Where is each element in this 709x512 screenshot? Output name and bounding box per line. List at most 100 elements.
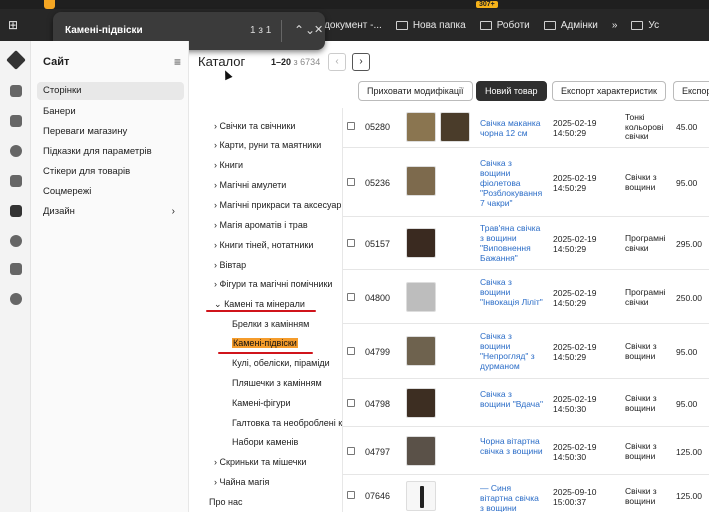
product-thumbnail[interactable] — [406, 436, 436, 466]
tree-subitem-selected[interactable]: Камені-підвіски — [232, 338, 298, 348]
tree-item[interactable]: › Карти, руни та маятники — [214, 140, 321, 150]
product-thumbnail[interactable] — [406, 336, 436, 366]
cart-icon[interactable] — [10, 115, 22, 127]
tree-item[interactable]: › Фігури та магічні помічники — [214, 279, 332, 289]
product-name-link[interactable]: Свічка з вощини "Інвокація Ліліт" — [480, 277, 544, 307]
tree-subitem[interactable]: Камені-фігури — [232, 398, 291, 408]
tree-item[interactable]: › Книги — [214, 160, 243, 170]
bookmark-other[interactable]: Ус — [631, 20, 659, 31]
menu-icon[interactable]: ≡ — [174, 55, 181, 69]
product-thumbnail[interactable] — [440, 112, 470, 142]
category-cell: Свічки з вощини — [625, 172, 657, 192]
row-checkbox[interactable] — [347, 447, 355, 455]
product-name-link[interactable]: Свічка з вощини фіолетова "Розблокування… — [480, 158, 544, 208]
extension-badge[interactable]: 307+ — [476, 1, 498, 8]
product-name-link[interactable]: — Синя вітартна свічка з вощини — [480, 483, 544, 512]
tree-subitem[interactable]: Галтовка та необроблені камені — [232, 418, 342, 428]
pagination-range: 1–20 з 6734 — [271, 57, 320, 67]
tree-item[interactable]: › Книги тіней, нотатники — [214, 240, 313, 250]
sidebar-item-design[interactable]: Дизайн › — [43, 206, 183, 217]
product-thumbnail[interactable] — [406, 282, 436, 312]
table-row[interactable]: 07646 — Синя вітартна свічка з вощини 20… — [343, 475, 709, 512]
product-thumbnail[interactable] — [406, 481, 436, 511]
bookmark-label: Ус — [648, 19, 660, 31]
product-thumbnail[interactable] — [406, 166, 436, 196]
find-close-icon[interactable]: ✕ — [314, 23, 323, 37]
table-row[interactable]: 04799 Свічка з вощини "Непрогляд" з дурм… — [343, 324, 709, 379]
bookmark-admins[interactable]: Адмінки — [543, 19, 598, 31]
store-logo-icon[interactable] — [6, 50, 26, 70]
product-name-link[interactable]: Чорна вітартна свічка з вощини — [480, 436, 544, 456]
sku-cell: 04800 — [365, 293, 391, 303]
tree-subitem[interactable]: Кулі, обеліски, піраміди — [232, 358, 330, 368]
tree-item[interactable]: Про нас — [209, 497, 242, 507]
row-checkbox[interactable] — [347, 347, 355, 355]
table-row[interactable]: 04800 Свічка з вощини "Інвокація Ліліт" … — [343, 270, 709, 324]
tree-subitem[interactable]: Набори каменів — [232, 437, 298, 447]
product-thumbnail[interactable] — [406, 388, 436, 418]
bookmarks-overflow-button[interactable]: » — [612, 20, 618, 31]
tree-item[interactable]: › Скриньки та мішечки — [214, 457, 306, 467]
product-name-link[interactable]: Свічка маканка чорна 12 см — [480, 118, 544, 138]
row-checkbox[interactable] — [347, 122, 355, 130]
tree-item[interactable]: › Магія ароматів і трав — [214, 220, 308, 230]
table-row[interactable]: 04798 Свічка з вощини "Вдача" 2025-02-19… — [343, 379, 709, 427]
row-checkbox[interactable] — [347, 239, 355, 247]
tree-item[interactable]: › Свічки та свічники — [214, 121, 295, 131]
category-cell: Свічки з вощини — [625, 441, 657, 461]
sidebar-item-social[interactable]: Соцмережі — [43, 186, 183, 197]
sidebar-item-store-advantages[interactable]: Переваги магазину — [43, 126, 183, 137]
category-cell: Свічки з вощини — [625, 341, 657, 361]
settings-icon[interactable] — [10, 293, 22, 305]
export-button[interactable]: Експор — [673, 81, 709, 101]
sidebar-item-banners[interactable]: Банери — [43, 106, 183, 117]
tree-item-expanded[interactable]: ⌄ Камені та мінерали — [214, 299, 305, 310]
prev-page-button[interactable]: ‹ — [328, 53, 346, 71]
user-icon[interactable] — [10, 145, 22, 157]
price-cell: 95.00 — [676, 347, 698, 357]
table-row[interactable]: 05236 Свічка з вощини фіолетова "Розблок… — [343, 148, 709, 217]
range-value: 1–20 — [271, 57, 292, 67]
product-name-link[interactable]: Трав'яна свічка з вощини "Виповнення Баж… — [480, 223, 544, 263]
tree-subitem[interactable]: Пляшечки з камінням — [232, 378, 322, 388]
product-thumbnail[interactable] — [406, 228, 436, 258]
row-checkbox[interactable] — [347, 399, 355, 407]
bookmark-works[interactable]: Роботи — [479, 20, 530, 31]
product-name-link[interactable]: Свічка з вощини "Непрогляд" з дурманом — [480, 331, 544, 371]
table-row[interactable]: 04797 Чорна вітартна свічка з вощини 202… — [343, 427, 709, 475]
tag-icon[interactable] — [10, 175, 22, 187]
product-thumbnail[interactable] — [406, 112, 436, 142]
chevron-right-icon: › — [171, 206, 175, 217]
bookmark-label: Адмінки — [560, 19, 598, 31]
row-checkbox[interactable] — [347, 178, 355, 186]
bookmark-new-folder[interactable]: Нова папка — [395, 20, 466, 31]
product-name-link[interactable]: Свічка з вощини "Вдача" — [480, 389, 544, 409]
row-checkbox[interactable] — [347, 491, 355, 499]
tab-favicon-icon[interactable] — [44, 0, 55, 9]
megaphone-icon[interactable] — [10, 263, 22, 275]
category-cell: Тонкі кольорові свічки — [625, 112, 664, 141]
sidebar-item-pages[interactable]: Сторінки — [37, 82, 184, 100]
sidebar-item-parameter-hints[interactable]: Підказки для параметрів — [43, 146, 183, 157]
home-icon[interactable] — [10, 85, 22, 97]
tree-item[interactable]: › Магічні прикраси та аксесуари — [214, 200, 342, 210]
find-match-count: 1 з 1 — [250, 25, 272, 36]
table-row[interactable]: 05280 Свічка маканка чорна 12 см 2025-02… — [343, 108, 709, 148]
find-previous-icon[interactable]: ⌃ — [294, 23, 304, 37]
tree-subitem[interactable]: Брелки з камінням — [232, 319, 309, 329]
find-input[interactable]: Камені-підвіски — [65, 25, 143, 36]
sidebar-item-product-stickers[interactable]: Стікери для товарів — [43, 166, 183, 177]
tree-item[interactable]: › Вівтар — [214, 260, 246, 270]
layout-icon[interactable] — [10, 205, 22, 217]
row-checkbox[interactable] — [347, 293, 355, 301]
next-page-button[interactable]: › — [352, 53, 370, 71]
tree-item[interactable]: › Магічні амулети — [214, 180, 286, 190]
discount-icon[interactable] — [10, 235, 22, 247]
hide-modifications-button[interactable]: Приховати модифікації — [358, 81, 473, 101]
export-characteristics-button[interactable]: Експорт характеристик — [552, 81, 666, 101]
new-product-button[interactable]: Новий товар — [476, 81, 547, 101]
table-row[interactable]: 05157 Трав'яна свічка з вощини "Виповнен… — [343, 217, 709, 270]
tree-item[interactable]: › Чайна магія — [214, 477, 269, 487]
apps-grid-icon[interactable]: ⊞ — [8, 18, 18, 32]
date-cell: 2025-02-19 14:50:29 — [553, 118, 597, 138]
